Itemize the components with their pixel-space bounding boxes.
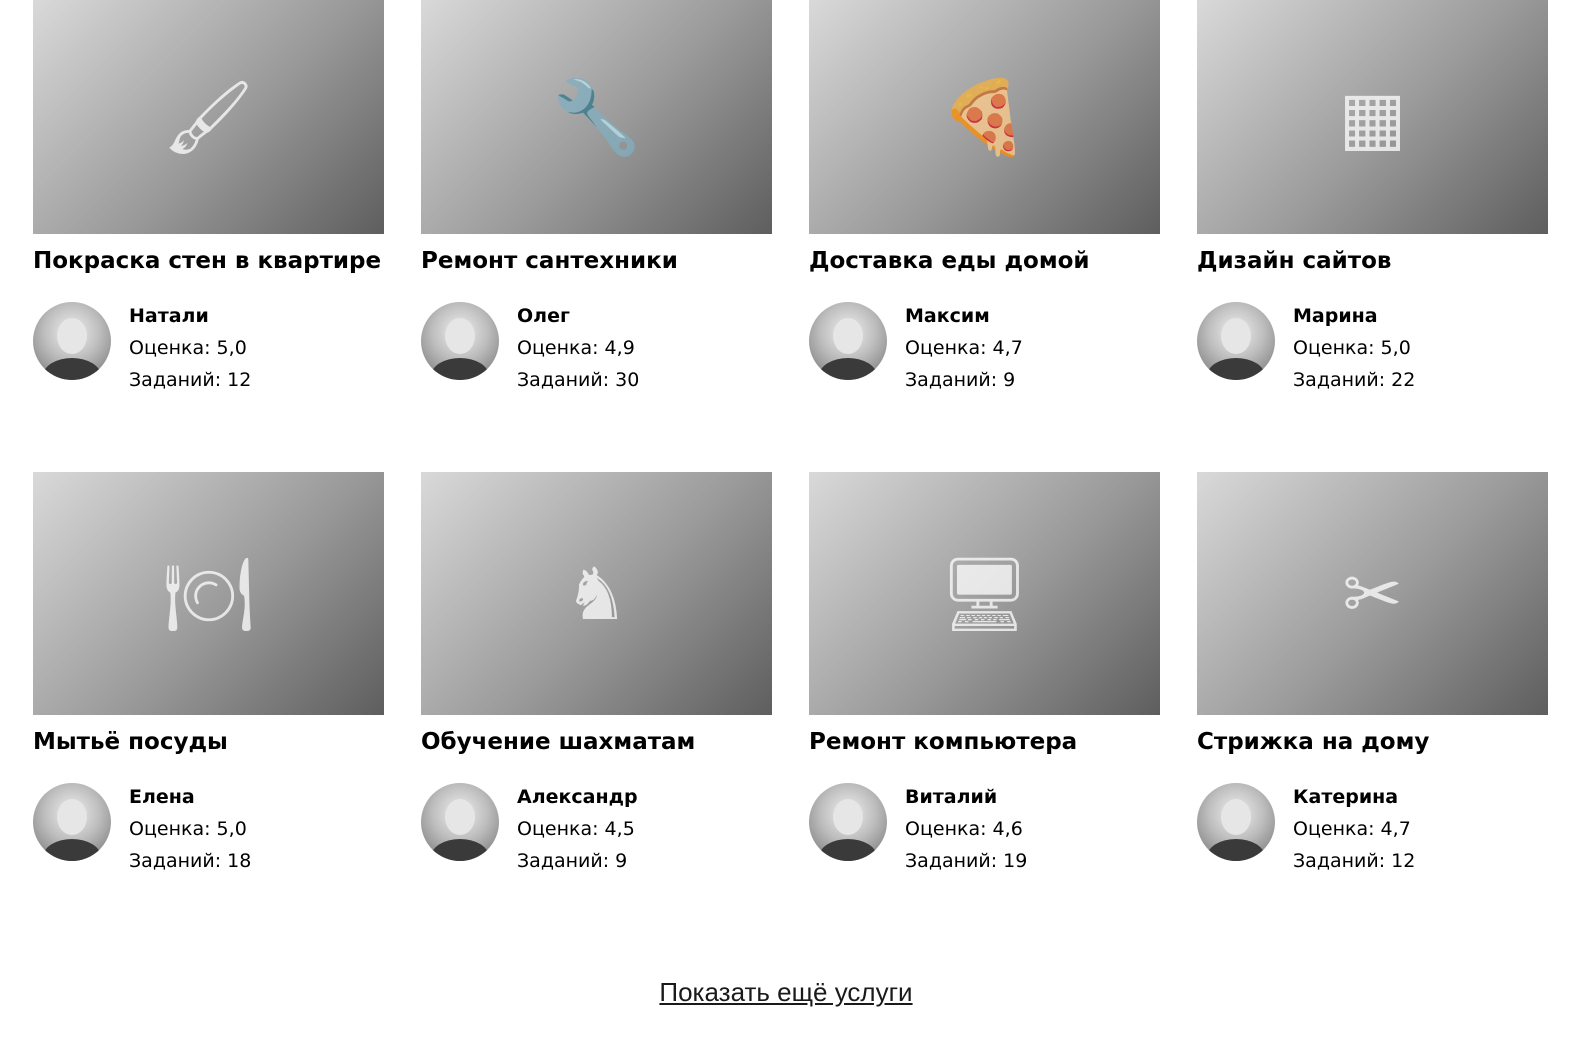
service-title[interactable]: Дизайн сайтов: [1197, 247, 1548, 275]
avatar[interactable]: [1197, 302, 1275, 380]
performer-name: Виталий: [905, 786, 998, 808]
avatar[interactable]: [33, 783, 111, 861]
service-card[interactable]: ✂ Стрижка на дому Катерина Оценка: 4,7 З…: [1197, 466, 1548, 932]
performer-name: Марина: [1293, 305, 1378, 327]
performer[interactable]: Натали Оценка: 5,0 Заданий: 12: [33, 300, 384, 396]
performer-tasks: Заданий: 22: [1293, 369, 1416, 391]
service-title[interactable]: Стрижка на дому: [1197, 728, 1548, 756]
scissors-icon: ✂: [1342, 551, 1403, 636]
performer[interactable]: Александр Оценка: 4,5 Заданий: 9: [421, 781, 772, 877]
performer-info: Марина Оценка: 5,0 Заданий: 22: [1293, 300, 1415, 396]
performer-name: Олег: [517, 305, 570, 327]
service-title[interactable]: Мытьё посуды: [33, 728, 384, 756]
performer-rating: Оценка: 5,0: [129, 818, 247, 840]
service-photo[interactable]: ♞: [421, 472, 772, 715]
performer-tasks: Заданий: 18: [129, 850, 252, 872]
services-grid: 🖌 Покраска стен в квартире Натали Оценка…: [33, 0, 1549, 932]
performer-info: Виталий Оценка: 4,6 Заданий: 19: [905, 781, 1027, 877]
avatar[interactable]: [1197, 783, 1275, 861]
performer[interactable]: Елена Оценка: 5,0 Заданий: 18: [33, 781, 384, 877]
service-photo[interactable]: 🖥: [809, 472, 1160, 715]
service-photo[interactable]: ✂: [1197, 472, 1548, 715]
performer[interactable]: Виталий Оценка: 4,6 Заданий: 19: [809, 781, 1160, 877]
service-card[interactable]: ♞ Обучение шахматам Александр Оценка: 4,…: [421, 466, 772, 932]
service-card[interactable]: 🔧 Ремонт сантехники Олег Оценка: 4,9 Зад…: [421, 0, 772, 466]
service-title[interactable]: Ремонт сантехники: [421, 247, 772, 275]
performer-info: Катерина Оценка: 4,7 Заданий: 12: [1293, 781, 1415, 877]
wireframe-icon: ▦: [1338, 75, 1407, 159]
performer-tasks: Заданий: 12: [1293, 850, 1416, 872]
service-photo[interactable]: 🍽: [33, 472, 384, 715]
dishes-icon: 🍽: [162, 551, 255, 636]
pizza-icon: 🍕: [939, 75, 1030, 159]
performer-tasks: Заданий: 30: [517, 369, 640, 391]
computer-icon: 🖥: [938, 551, 1031, 636]
paint-roller-icon: 🖌: [162, 75, 255, 159]
performer-name: Максим: [905, 305, 990, 327]
avatar[interactable]: [421, 783, 499, 861]
service-title[interactable]: Доставка еды домой: [809, 247, 1160, 275]
avatar[interactable]: [421, 302, 499, 380]
performer-name: Катерина: [1293, 786, 1399, 808]
performer-tasks: Заданий: 9: [905, 369, 1016, 391]
service-card[interactable]: ▦ Дизайн сайтов Марина Оценка: 5,0 Задан…: [1197, 0, 1548, 466]
faucet-icon: 🔧: [551, 75, 642, 159]
performer-info: Елена Оценка: 5,0 Заданий: 18: [129, 781, 251, 877]
service-card[interactable]: 🍽 Мытьё посуды Елена Оценка: 5,0 Заданий…: [33, 466, 384, 932]
avatar[interactable]: [33, 302, 111, 380]
performer-rating: Оценка: 4,7: [905, 337, 1023, 359]
performer-rating: Оценка: 4,9: [517, 337, 635, 359]
chessboard-icon: ♞: [564, 551, 629, 636]
performer[interactable]: Марина Оценка: 5,0 Заданий: 22: [1197, 300, 1548, 396]
service-photo[interactable]: 🔧: [421, 0, 772, 234]
performer-name: Натали: [129, 305, 209, 327]
show-more-link[interactable]: Показать ещё услуги: [0, 977, 1572, 1008]
service-photo[interactable]: ▦: [1197, 0, 1548, 234]
performer-rating: Оценка: 4,7: [1293, 818, 1411, 840]
performer-rating: Оценка: 5,0: [1293, 337, 1411, 359]
performer-rating: Оценка: 5,0: [129, 337, 247, 359]
performer-name: Александр: [517, 786, 638, 808]
service-title[interactable]: Покраска стен в квартире: [33, 247, 384, 275]
performer-tasks: Заданий: 12: [129, 369, 252, 391]
service-photo[interactable]: 🍕: [809, 0, 1160, 234]
performer-rating: Оценка: 4,6: [905, 818, 1023, 840]
avatar[interactable]: [809, 783, 887, 861]
performer-info: Максим Оценка: 4,7 Заданий: 9: [905, 300, 1023, 396]
avatar[interactable]: [809, 302, 887, 380]
performer-name: Елена: [129, 786, 195, 808]
service-title[interactable]: Обучение шахматам: [421, 728, 772, 756]
service-photo[interactable]: 🖌: [33, 0, 384, 234]
performer[interactable]: Катерина Оценка: 4,7 Заданий: 12: [1197, 781, 1548, 877]
performer-tasks: Заданий: 19: [905, 850, 1028, 872]
service-title[interactable]: Ремонт компьютера: [809, 728, 1160, 756]
service-card[interactable]: 🖌 Покраска стен в квартире Натали Оценка…: [33, 0, 384, 466]
performer[interactable]: Максим Оценка: 4,7 Заданий: 9: [809, 300, 1160, 396]
service-card[interactable]: 🍕 Доставка еды домой Максим Оценка: 4,7 …: [809, 0, 1160, 466]
performer-info: Натали Оценка: 5,0 Заданий: 12: [129, 300, 251, 396]
performer-info: Олег Оценка: 4,9 Заданий: 30: [517, 300, 639, 396]
performer-rating: Оценка: 4,5: [517, 818, 635, 840]
performer-info: Александр Оценка: 4,5 Заданий: 9: [517, 781, 638, 877]
service-card[interactable]: 🖥 Ремонт компьютера Виталий Оценка: 4,6 …: [809, 466, 1160, 932]
performer[interactable]: Олег Оценка: 4,9 Заданий: 30: [421, 300, 772, 396]
performer-tasks: Заданий: 9: [517, 850, 628, 872]
